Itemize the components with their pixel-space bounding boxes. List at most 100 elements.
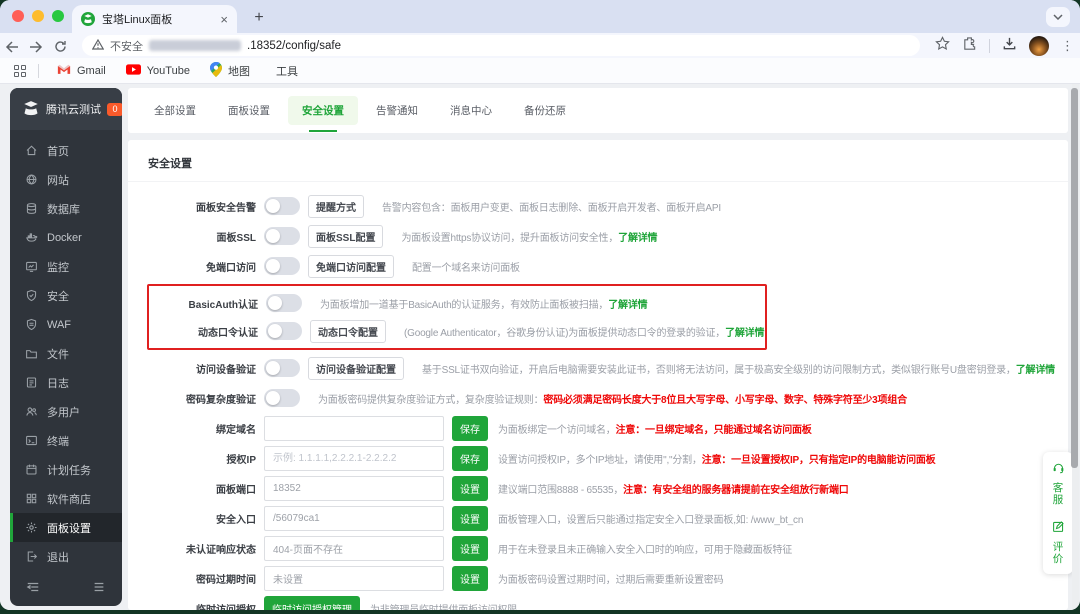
sidebar-item-calendar[interactable]: 计划任务 — [10, 455, 122, 484]
zoom-window-button[interactable] — [52, 10, 64, 22]
forward-button[interactable] — [24, 38, 48, 54]
sidebar-item-gear[interactable]: 面板设置 — [10, 513, 122, 542]
sidebar-item-docker[interactable]: Docker — [10, 223, 122, 252]
config-button[interactable]: 免端口访问配置 — [308, 255, 394, 278]
warning-icon — [92, 37, 104, 55]
setting-label: BasicAuth认证 — [166, 296, 258, 311]
toggle-switch[interactable] — [264, 227, 300, 245]
tab-close-icon[interactable]: × — [220, 12, 228, 27]
sidebar-item-terminal[interactable]: 终端 — [10, 426, 122, 455]
tab-search-button[interactable] — [1046, 7, 1070, 27]
action-button[interactable]: 保存 — [452, 446, 488, 471]
tab-1[interactable]: 面板设置 — [214, 96, 284, 125]
bookmark-item[interactable]: 地图 — [204, 60, 256, 82]
server-name: 腾讯云测试 — [46, 101, 101, 117]
config-button[interactable]: 访问设备验证配置 — [308, 357, 404, 380]
setting-input[interactable] — [264, 416, 444, 441]
desc-text: 注意：一旦绑定域名，只能通过域名访问面板 — [616, 425, 812, 436]
tab-2-active[interactable]: 安全设置 — [288, 96, 358, 125]
toggle-switch[interactable] — [264, 197, 300, 215]
sidebar-item-globe[interactable]: 网站 — [10, 165, 122, 194]
collapse-sidebar-icon[interactable] — [26, 580, 40, 599]
settings-row: 密码过期时间 设置 为面板密码设置过期时间，过期后需要重新设置密码 — [128, 563, 1068, 593]
config-button[interactable]: 提醒方式 — [308, 195, 364, 218]
bookmark-label: 工具 — [276, 63, 298, 79]
help-item-headset[interactable]: 客服 — [1052, 461, 1065, 506]
browser-menu-icon[interactable]: ⋮ — [1061, 38, 1074, 54]
profile-avatar[interactable] — [1029, 36, 1049, 56]
toggle-switch[interactable] — [266, 322, 302, 340]
close-window-button[interactable] — [12, 10, 24, 22]
reload-button[interactable] — [48, 38, 72, 54]
setting-input[interactable] — [264, 476, 444, 501]
desc-text: 密码必须满足密码长度大于8位且大写字母、小写字母、数字、特殊字符至少3项组合 — [543, 395, 907, 406]
menu-list-icon[interactable] — [92, 580, 106, 599]
action-button[interactable]: 设置 — [452, 566, 488, 591]
bookmark-item[interactable]: Gmail — [51, 60, 112, 82]
scrollbar-thumb[interactable] — [1071, 88, 1078, 468]
setting-input[interactable] — [264, 536, 444, 561]
address-bar[interactable]: 不安全 .18352/config/safe — [82, 35, 920, 56]
desc-text: 建议端口范围8888 - 65535， — [498, 485, 623, 496]
sidebar-item-users[interactable]: 多用户 — [10, 397, 122, 426]
log-icon — [25, 376, 38, 389]
tab-0[interactable]: 全部设置 — [140, 96, 210, 125]
sidebar-item-shield[interactable]: WAF — [10, 310, 122, 339]
details-link[interactable]: 了解详情 — [618, 233, 657, 244]
help-item-edit[interactable]: 评价 — [1052, 520, 1065, 565]
sidebar-item-home[interactable]: 首页 — [10, 136, 122, 165]
toggle-switch[interactable] — [264, 389, 300, 407]
desc-text: 注意：一旦设置授权IP，只有指定IP的电脑能访问面板 — [702, 455, 936, 466]
sidebar-item-logout[interactable]: 退出 — [10, 542, 122, 571]
back-button[interactable] — [0, 38, 24, 54]
tab-4[interactable]: 消息中心 — [436, 96, 506, 125]
sidebar-item-log[interactable]: 日志 — [10, 368, 122, 397]
sidebar-item-database[interactable]: 数据库 — [10, 194, 122, 223]
desc-text: (Google Authenticator，谷歌身份认证)为面板提供动态口令的登… — [404, 328, 725, 339]
details-link[interactable]: 了解详情 — [608, 300, 647, 311]
action-button[interactable]: 设置 — [452, 476, 488, 501]
downloads-icon[interactable] — [1002, 36, 1017, 56]
bookmark-label: 地图 — [228, 63, 250, 79]
action-button[interactable]: 设置 — [452, 506, 488, 531]
extensions-icon[interactable] — [962, 36, 977, 56]
tab-3[interactable]: 告警通知 — [362, 96, 432, 125]
details-link[interactable]: 了解详情 — [1016, 365, 1055, 376]
desc-text: 面板管理入口，设置后只能通过指定安全入口登录面板,如: /www_bt_cn — [498, 515, 803, 526]
page-scrollbar[interactable] — [1072, 84, 1079, 610]
home-icon — [25, 144, 38, 157]
details-link[interactable]: 了解详情 — [725, 328, 764, 339]
action-button[interactable]: 临时访问授权管理 — [264, 596, 360, 611]
sidebar-item-folder[interactable]: 文件 — [10, 339, 122, 368]
new-tab-button[interactable]: + — [248, 8, 270, 30]
toggle-switch[interactable] — [266, 294, 302, 312]
action-button[interactable]: 保存 — [452, 416, 488, 441]
setting-input[interactable] — [264, 506, 444, 531]
sidebar-item-monitor[interactable]: 监控 — [10, 252, 122, 281]
sidebar-item-app-store[interactable]: 软件商店 — [10, 484, 122, 513]
minimize-window-button[interactable] — [32, 10, 44, 22]
terminal-icon — [25, 434, 38, 447]
setting-input[interactable] — [264, 566, 444, 591]
config-button[interactable]: 动态口令配置 — [310, 320, 386, 343]
security-label[interactable]: 不安全 — [110, 38, 143, 54]
action-button[interactable]: 设置 — [452, 536, 488, 561]
browser-tab[interactable]: 宝塔Linux面板 × — [72, 5, 237, 33]
bookmark-item[interactable]: YouTube — [120, 60, 196, 82]
bookmark-item[interactable]: 工具 — [264, 60, 304, 82]
alert-count-badge[interactable]: 0 — [107, 103, 122, 116]
sidebar-header[interactable]: 腾讯云测试 0 — [10, 88, 122, 130]
sidebar: 腾讯云测试 0 首页 网站 数据库 Docker 监控 安全 WAF 文件 日志… — [10, 88, 122, 606]
sidebar-item-shield-check[interactable]: 安全 — [10, 281, 122, 310]
setting-label: 绑定域名 — [164, 421, 256, 436]
apps-grid-icon[interactable] — [14, 65, 26, 77]
desc-text: 为面板密码设置过期时间，过期后需要重新设置密码 — [498, 575, 723, 586]
toggle-switch[interactable] — [264, 257, 300, 275]
setting-input[interactable] — [264, 446, 444, 471]
config-button[interactable]: 面板SSL配置 — [308, 225, 383, 248]
setting-label: 面板安全告警 — [164, 199, 256, 214]
tab-5[interactable]: 备份还原 — [510, 96, 580, 125]
setting-description: 为非管理员临时提供面板访问权限 — [370, 601, 517, 611]
toggle-switch[interactable] — [264, 359, 300, 377]
bookmark-star-icon[interactable] — [935, 36, 950, 56]
